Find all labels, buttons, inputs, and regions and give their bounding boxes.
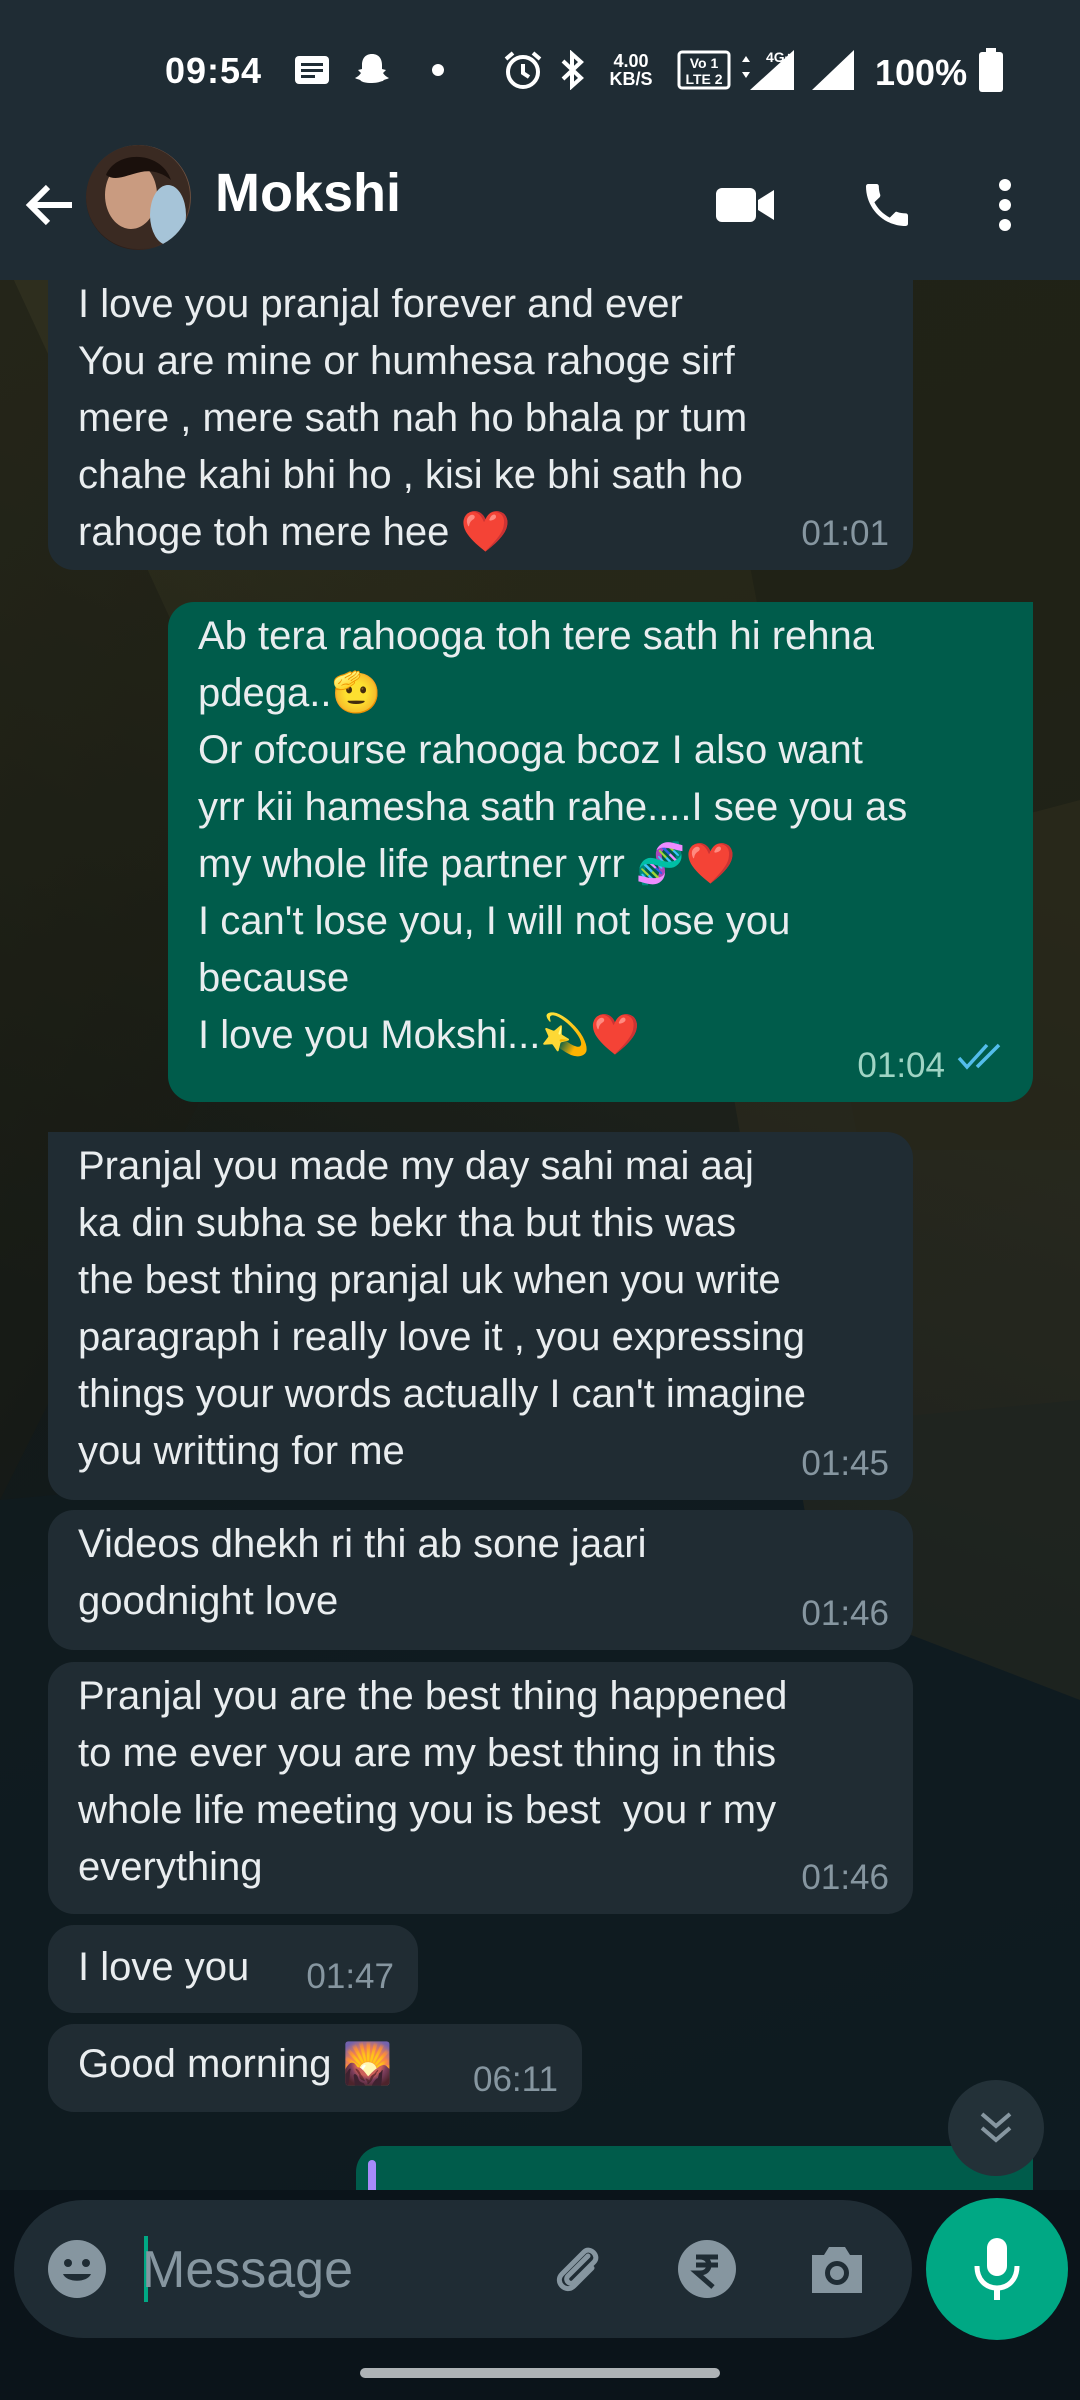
alarm-icon (500, 48, 546, 92)
chat-header: Mokshi (0, 140, 1080, 280)
message-bubble-incoming[interactable]: Pranjal you made my day sahi mai aaj ka … (48, 1132, 913, 1500)
message-input[interactable]: Message (142, 2240, 353, 2300)
more-vert-icon[interactable] (980, 170, 1030, 240)
message-time: 06:11 (473, 2060, 558, 2099)
message-bubble-incoming[interactable]: I love you pranjal forever and ever You … (48, 280, 913, 570)
status-bar: 09:54 4.00 KB/S Vo 1 LTE 2 4G+ 100% (0, 0, 1080, 140)
message-time: 01:04 (857, 1046, 945, 1085)
message-text: Ab tera rahooga toh tere sath hi rehna p… (198, 614, 908, 1057)
message-bubble-outgoing[interactable]: Ab tera rahooga toh tere sath hi rehna p… (168, 602, 1033, 1102)
message-time: 01:46 (801, 1858, 889, 1897)
message-icon (292, 48, 332, 92)
message-bubble-incoming[interactable]: Good morning 🌄 06:11 (48, 2024, 582, 2112)
message-list[interactable]: I love you pranjal forever and ever You … (0, 280, 1080, 2190)
camera-icon[interactable] (804, 2236, 870, 2302)
message-bubble-incoming[interactable]: I love you 01:47 (48, 1925, 418, 2013)
message-bubble-incoming[interactable]: Pranjal you are the best thing happened … (48, 1662, 913, 1914)
mic-button[interactable] (926, 2198, 1068, 2340)
mic-icon (974, 2238, 1020, 2300)
contact-name[interactable]: Mokshi (215, 162, 401, 224)
dot-icon (428, 48, 448, 92)
bluetooth-icon (558, 48, 588, 92)
message-time: 01:01 (801, 514, 889, 553)
net-speed: 4.00 KB/S (609, 51, 653, 89)
status-time: 09:54 (165, 50, 263, 91)
message-time: 01:45 (801, 1444, 889, 1483)
message-time: 01:46 (801, 1594, 889, 1633)
message-text: Videos dhekh ri thi ab sone jaari goodni… (78, 1522, 647, 1623)
read-tick-icon (957, 1031, 1009, 1088)
battery-icon (976, 48, 1006, 92)
reply-quote-bar (368, 2160, 376, 2190)
home-indicator[interactable] (360, 2368, 720, 2378)
scroll-to-bottom-button[interactable] (948, 2080, 1044, 2176)
phone-icon[interactable] (852, 170, 922, 240)
message-input-bar[interactable]: Message (14, 2200, 912, 2338)
signal-icon (808, 48, 858, 92)
data-arrows-icon: 4G+ (740, 48, 796, 92)
svg-text:4G+: 4G+ (766, 49, 793, 65)
message-text: I love you pranjal forever and ever You … (78, 282, 748, 554)
snapchat-icon (352, 48, 392, 92)
message-bubble-outgoing[interactable] (356, 2146, 1033, 2190)
svg-text:Vo 1: Vo 1 (690, 55, 719, 71)
message-bubble-incoming[interactable]: Videos dhekh ri thi ab sone jaari goodni… (48, 1510, 913, 1650)
video-call-icon[interactable] (710, 170, 780, 240)
emoji-icon[interactable] (44, 2236, 110, 2302)
battery-percentage: 100% (875, 52, 968, 93)
rupee-icon[interactable] (674, 2236, 740, 2302)
double-chevron-down-icon (980, 2112, 1012, 2143)
message-time: 01:47 (306, 1957, 394, 1996)
attach-icon[interactable] (544, 2236, 610, 2302)
back-arrow-icon[interactable] (20, 175, 80, 235)
message-text: Pranjal you made my day sahi mai aaj ka … (78, 1144, 806, 1473)
volte-icon: Vo 1 LTE 2 (676, 48, 732, 92)
message-text: Pranjal you are the best thing happened … (78, 1674, 788, 1889)
svg-text:LTE 2: LTE 2 (685, 71, 722, 87)
avatar[interactable] (86, 145, 191, 250)
